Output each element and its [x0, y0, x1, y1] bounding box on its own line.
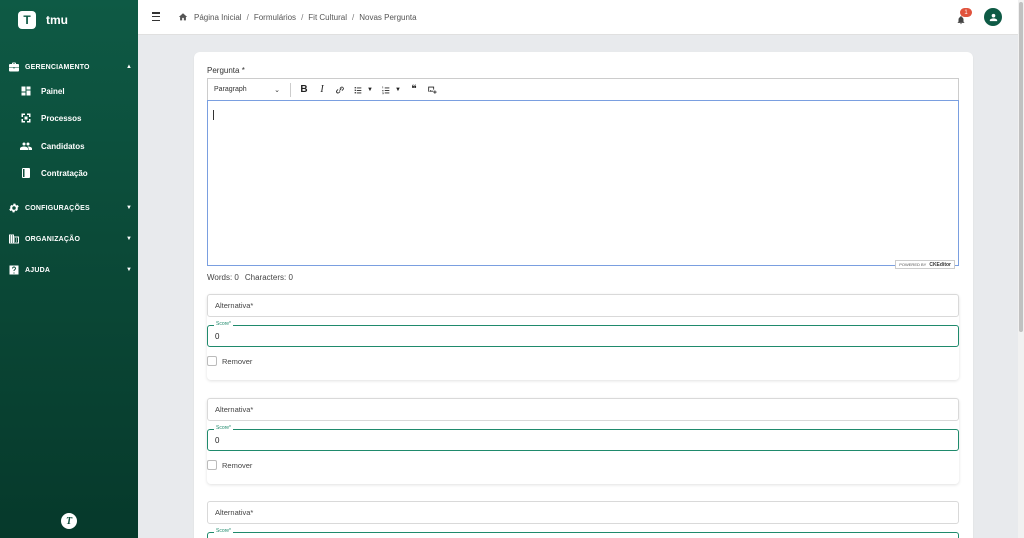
ckeditor-brand: CKEditor [929, 261, 951, 268]
insert-image-icon[interactable] [425, 83, 439, 97]
chevron-down-icon: ▼ [126, 236, 132, 242]
chevron-down-icon[interactable]: ▼ [395, 87, 401, 93]
score-value: 0 [215, 331, 220, 341]
remove-label: Remover [222, 356, 253, 366]
breadcrumb: Página Inicial / Formulários / Fit Cultu… [178, 12, 417, 22]
breadcrumb-separator: / [301, 12, 304, 22]
powered-by-label: POWERED BY [899, 262, 927, 267]
score-label: Score* [214, 321, 234, 327]
building-icon [8, 233, 20, 245]
score-input[interactable]: Score* 0 [207, 321, 959, 347]
breadcrumb-separator: / [351, 12, 355, 22]
alternative-input[interactable]: Alternativa* [207, 294, 959, 317]
home-icon[interactable] [178, 12, 188, 22]
alternative-block: Alternativa* Score* [207, 501, 959, 538]
bold-button[interactable]: B [297, 83, 311, 97]
sidebar-item-painel[interactable]: Painel [0, 80, 138, 102]
footer-logo-icon: T [61, 513, 77, 529]
processes-icon [20, 112, 32, 124]
editor-toolbar: Paragraph ⌄ B I ▼ ▼ ❝ [207, 78, 959, 100]
alternative-block: Alternativa* Score* 0 Remover [207, 294, 959, 380]
score-input[interactable]: Score* [207, 528, 959, 538]
rich-text-editor[interactable]: POWERED BY CKEditor [207, 100, 959, 269]
heading-select-value: Paragraph [214, 86, 247, 93]
gear-icon [8, 202, 20, 214]
word-character-count: Words: 0 Characters: 0 [207, 273, 293, 282]
score-value: 0 [215, 435, 220, 445]
brand-logo: T [18, 11, 36, 29]
sidebar-item-label: Contratação [41, 168, 88, 178]
sidebar-item-contratacao[interactable]: Contratação [0, 162, 138, 184]
remove-label: Remover [222, 460, 253, 470]
remove-checkbox[interactable] [207, 356, 217, 366]
sidebar-section-ajuda[interactable]: AJUDA ▼ [0, 259, 138, 281]
italic-button[interactable]: I [315, 83, 329, 97]
sidebar-section-gerenciamento[interactable]: GERENCIAMENTO ▲ [0, 56, 138, 78]
user-icon [989, 13, 997, 21]
sidebar: T tmu GERENCIAMENTO ▲ Painel Processos C… [0, 0, 138, 538]
link-icon[interactable] [333, 83, 347, 97]
remove-checkbox[interactable] [207, 460, 217, 470]
sidebar-item-label: Candidatos [41, 141, 85, 151]
bulleted-list-icon[interactable] [351, 83, 365, 97]
remove-toggle[interactable]: Remover [207, 356, 252, 366]
chevron-down-icon: ▼ [126, 205, 132, 211]
avatar[interactable] [984, 8, 1002, 26]
book-icon [20, 167, 32, 179]
score-label: Score* [214, 528, 234, 534]
menu-icon[interactable] [152, 12, 160, 21]
score-label: Score* [214, 425, 234, 431]
breadcrumb-item-fit-cultural[interactable]: Fit Cultural [308, 13, 347, 22]
topbar: Página Inicial / Formulários / Fit Cultu… [138, 0, 1018, 35]
dashboard-icon [20, 85, 32, 97]
blockquote-icon[interactable]: ❝ [407, 83, 421, 97]
chevron-down-icon: ▼ [126, 267, 132, 273]
scrollbar[interactable] [1018, 0, 1024, 538]
breadcrumb-item-current: Novas Pergunta [359, 12, 417, 22]
section-label: CONFIGURAÇÕES [25, 204, 90, 212]
toolbar-divider [290, 82, 291, 97]
people-icon [20, 140, 32, 152]
help-icon [8, 264, 20, 276]
chevron-down-icon: ⌄ [274, 86, 280, 94]
score-input[interactable]: Score* 0 [207, 425, 959, 451]
scrollbar-thumb[interactable] [1019, 2, 1023, 332]
numbered-list-icon[interactable] [379, 83, 393, 97]
brand[interactable]: T tmu [18, 11, 68, 29]
remove-toggle[interactable]: Remover [207, 460, 252, 470]
text-cursor [213, 110, 214, 120]
question-label: Pergunta * [207, 66, 245, 75]
sidebar-item-label: Processos [41, 113, 82, 123]
sidebar-section-organizacao[interactable]: ORGANIZAÇÃO ▼ [0, 228, 138, 250]
section-label: AJUDA [25, 266, 51, 274]
word-count: Words: 0 [207, 273, 239, 282]
alternative-block: Alternativa* Score* 0 Remover [207, 398, 959, 484]
heading-select[interactable]: Paragraph ⌄ [214, 86, 284, 94]
notification-badge: 1 [960, 8, 972, 17]
sidebar-item-processos[interactable]: Processos [0, 107, 138, 129]
sidebar-item-label: Painel [41, 86, 65, 96]
chevron-up-icon: ▲ [126, 64, 132, 70]
chevron-down-icon[interactable]: ▼ [367, 87, 373, 93]
alternative-input[interactable]: Alternativa* [207, 501, 959, 524]
breadcrumb-item-formularios[interactable]: Formulários [254, 13, 296, 22]
section-label: ORGANIZAÇÃO [25, 235, 81, 243]
powered-by-badge[interactable]: POWERED BY CKEditor [895, 260, 955, 269]
breadcrumb-item-home[interactable]: Página Inicial [194, 13, 242, 22]
brand-name: tmu [46, 13, 68, 27]
sidebar-section-configuracoes[interactable]: CONFIGURAÇÕES ▼ [0, 197, 138, 219]
section-label: GERENCIAMENTO [25, 63, 90, 71]
alternative-input[interactable]: Alternativa* [207, 398, 959, 421]
sidebar-item-candidatos[interactable]: Candidatos [0, 135, 138, 157]
character-count: Characters: 0 [244, 273, 293, 282]
breadcrumb-separator: / [246, 12, 249, 22]
briefcase-icon [8, 61, 20, 73]
